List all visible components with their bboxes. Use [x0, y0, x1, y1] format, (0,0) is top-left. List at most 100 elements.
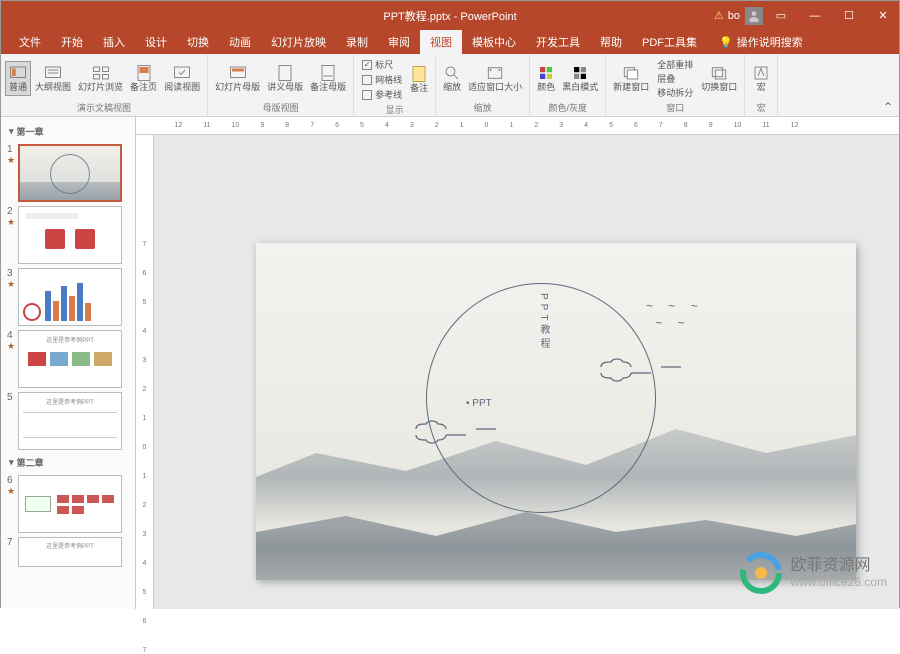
menu-templates[interactable]: 模板中心: [462, 30, 526, 54]
section-1-header[interactable]: ▾第一章: [3, 121, 133, 142]
canvas-area[interactable]: PPT教程 • PPT ~ ~ ~ ~ ~: [136, 135, 899, 609]
workspace: ▾第一章 1★ 2★ 3★ 4★ 这里是参考例PPT 5 这里是参考例PPT ▾…: [1, 117, 899, 609]
bulb-icon: 💡: [719, 36, 733, 49]
watermark: 欧菲资源网 www.office26.com: [739, 551, 888, 595]
notes-button[interactable]: 备注: [407, 63, 431, 96]
thumb-7[interactable]: 这里是参考例PPT: [18, 537, 122, 567]
menu-pdf[interactable]: PDF工具集: [632, 30, 707, 54]
thumb-6[interactable]: [18, 475, 122, 533]
menu-review[interactable]: 审阅: [378, 30, 420, 54]
menu-insert[interactable]: 插入: [93, 30, 135, 54]
slide-panel[interactable]: ▾第一章 1★ 2★ 3★ 4★ 这里是参考例PPT 5 这里是参考例PPT ▾…: [1, 117, 136, 609]
thumb-2[interactable]: [18, 206, 122, 264]
warning-icon[interactable]: ⚠: [714, 9, 724, 22]
guides-checkbox[interactable]: 参考线: [362, 88, 402, 101]
menu-view[interactable]: 视图: [420, 30, 462, 54]
thumb-number: 1: [7, 144, 15, 155]
menubar: 文件 开始 插入 设计 切换 动画 幻灯片放映 录制 审阅 视图 模板中心 开发…: [1, 30, 899, 54]
fit-window-icon: [486, 64, 504, 82]
menu-design[interactable]: 设计: [135, 30, 177, 54]
watermark-logo-icon: [739, 551, 783, 595]
notes-page-icon: [135, 64, 153, 82]
outline-view-button[interactable]: 大纲视图: [32, 62, 74, 95]
fit-window-button[interactable]: 适应窗口大小: [465, 62, 525, 95]
thumb-row-6[interactable]: 6★: [3, 473, 133, 535]
thumb-row-1[interactable]: 1★: [3, 142, 133, 204]
minimize-icon[interactable]: —: [799, 2, 831, 30]
menu-slideshow[interactable]: 幻灯片放映: [261, 30, 336, 54]
notes-page-button[interactable]: 备注页: [127, 62, 160, 95]
menu-developer[interactable]: 开发工具: [526, 30, 590, 54]
menu-record[interactable]: 录制: [336, 30, 378, 54]
reading-view-icon: [173, 64, 191, 82]
zoom-button[interactable]: 缩放: [440, 62, 464, 95]
zoom-icon: [443, 64, 461, 82]
group-label: 母版视图: [263, 101, 299, 116]
color-button[interactable]: 颜色: [534, 62, 558, 95]
thumb-4[interactable]: 这里是参考例PPT: [18, 330, 122, 388]
menu-help[interactable]: 帮助: [590, 30, 632, 54]
close-icon[interactable]: ✕: [867, 2, 899, 30]
thumb-5[interactable]: 这里是参考例PPT: [18, 392, 122, 450]
switch-window-button[interactable]: 切换窗口: [698, 62, 740, 95]
group-macros: 宏 宏: [745, 54, 778, 116]
menu-home[interactable]: 开始: [51, 30, 93, 54]
ribbon-display-icon[interactable]: ▭: [765, 2, 797, 30]
new-window-icon: [622, 64, 640, 82]
maximize-icon[interactable]: ☐: [833, 2, 865, 30]
bullet-text[interactable]: • PPT: [466, 398, 492, 409]
normal-view-button[interactable]: 普通: [5, 61, 31, 96]
avatar[interactable]: [745, 7, 763, 25]
menu-transitions[interactable]: 切换: [177, 30, 219, 54]
sorter-view-button[interactable]: 幻灯片浏览: [75, 62, 126, 95]
birds[interactable]: ~ ~ ~ ~ ~: [646, 298, 704, 332]
thumb-3[interactable]: [18, 268, 122, 326]
notes-master-button[interactable]: 备注母版: [307, 62, 349, 95]
split-button[interactable]: 移动拆分: [657, 86, 693, 99]
reading-view-button[interactable]: 阅读视图: [161, 62, 203, 95]
color-icon: [537, 64, 555, 82]
animation-star-icon: ★: [7, 341, 15, 352]
bw-icon: [571, 64, 589, 82]
thumb-row-7[interactable]: 7 这里是参考例PPT: [3, 535, 133, 569]
group-label: 演示文稿视图: [77, 101, 131, 116]
outline-view-icon: [44, 64, 62, 82]
thumb-number: 3: [7, 268, 15, 279]
vertical-title[interactable]: PPT教程: [536, 293, 551, 352]
slide-canvas[interactable]: PPT教程 • PPT ~ ~ ~ ~ ~: [256, 243, 856, 580]
menu-file[interactable]: 文件: [9, 30, 51, 54]
new-window-button[interactable]: 新建窗口: [610, 62, 652, 95]
cloud-1[interactable]: [411, 413, 501, 445]
ruler-checkbox[interactable]: ✓标尺: [362, 58, 402, 71]
sorter-view-icon: [92, 64, 110, 82]
section-2-header[interactable]: ▾第二章: [3, 452, 133, 473]
thumb-row-2[interactable]: 2★: [3, 204, 133, 266]
slide-master-icon: [229, 64, 247, 82]
show-checkboxes: ✓标尺 网格线 参考线: [358, 56, 406, 103]
arrange-all-button[interactable]: 全部重排: [657, 58, 693, 71]
tell-me[interactable]: 💡操作说明搜索: [719, 34, 803, 50]
bw-button[interactable]: 黑白模式: [559, 62, 601, 95]
animation-star-icon: ★: [7, 217, 15, 228]
group-zoom: 缩放 适应窗口大小 缩放: [436, 54, 530, 116]
watermark-name: 欧菲资源网: [791, 556, 888, 575]
handout-master-button[interactable]: 讲义母版: [264, 62, 306, 95]
thumb-number: 7: [7, 537, 15, 548]
ruler-horizontal: 1211109876543210123456789101112: [136, 117, 899, 135]
switch-window-icon: [710, 64, 728, 82]
window-stack: 全部重排 层叠 移动拆分: [653, 56, 697, 101]
thumb-row-4[interactable]: 4★ 这里是参考例PPT: [3, 328, 133, 390]
thumb-row-3[interactable]: 3★: [3, 266, 133, 328]
collapse-ribbon-icon[interactable]: ⌃: [883, 100, 893, 114]
user-name[interactable]: bo: [728, 10, 740, 22]
gridlines-checkbox[interactable]: 网格线: [362, 73, 402, 86]
slide-master-button[interactable]: 幻灯片母版: [212, 62, 263, 95]
thumb-1[interactable]: [18, 144, 122, 202]
macros-button[interactable]: 宏: [749, 62, 773, 95]
notes-icon: [410, 65, 428, 83]
cloud-2[interactable]: [596, 351, 686, 383]
menu-animations[interactable]: 动画: [219, 30, 261, 54]
handout-master-icon: [276, 64, 294, 82]
cascade-button[interactable]: 层叠: [657, 72, 693, 85]
thumb-row-5[interactable]: 5 这里是参考例PPT: [3, 390, 133, 452]
